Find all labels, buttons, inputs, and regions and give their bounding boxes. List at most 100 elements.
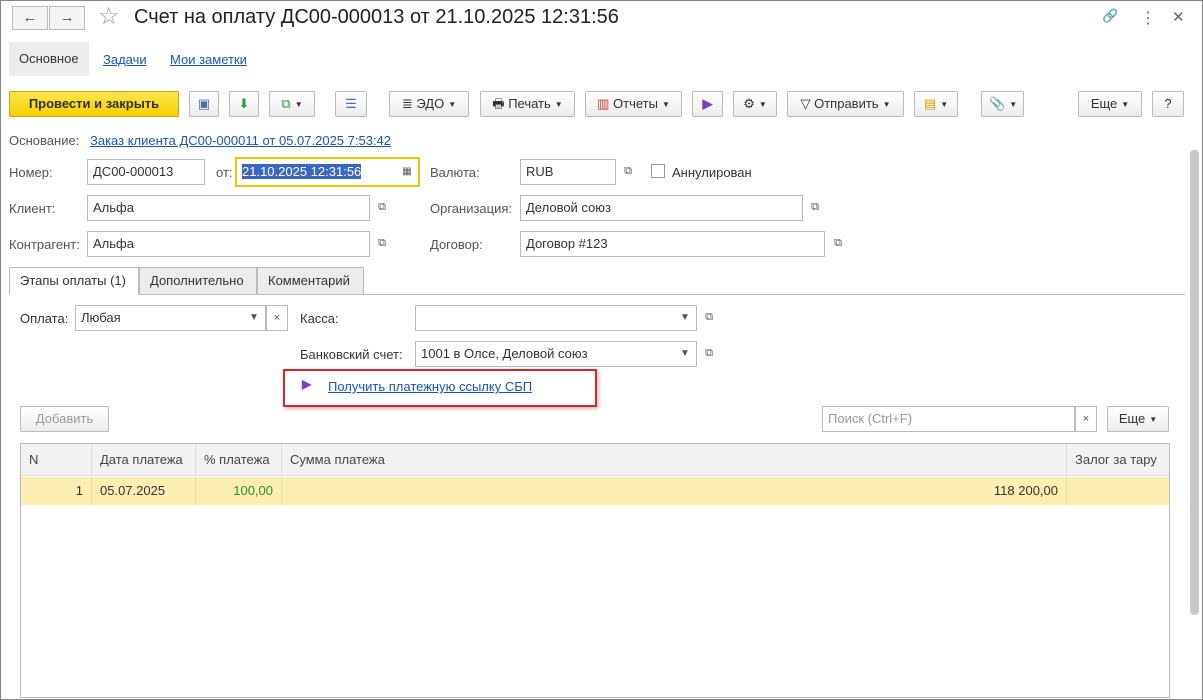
- edo-button[interactable]: ≣ ЭДО ▼: [389, 91, 469, 117]
- calendar-icon[interactable]: ▦: [396, 159, 418, 185]
- column-header-deposit[interactable]: Залог за тару: [1067, 444, 1169, 476]
- tab-comment[interactable]: Комментарий: [257, 267, 364, 295]
- forward-button[interactable]: →: [49, 6, 85, 30]
- clear-search-icon[interactable]: ×: [1075, 406, 1097, 432]
- more-button[interactable]: Еще ▼: [1078, 91, 1142, 117]
- open-icon[interactable]: ⧉: [371, 195, 393, 219]
- post-button[interactable]: ⬇: [229, 91, 259, 117]
- post-and-close-button[interactable]: Провести и закрыть: [9, 91, 179, 117]
- org-field[interactable]: Деловой союз: [520, 195, 803, 221]
- cell-n[interactable]: 1: [21, 477, 92, 505]
- print-label: Печать: [508, 96, 551, 111]
- send-button[interactable]: ▽ Отправить ▼: [787, 91, 904, 117]
- add-button[interactable]: Добавить: [20, 406, 109, 432]
- save-button[interactable]: ▣: [189, 91, 219, 117]
- open-icon[interactable]: ⧉: [804, 195, 826, 219]
- column-header-sum[interactable]: Сумма платежа: [282, 444, 1067, 476]
- favorite-star-icon[interactable]: ☆: [98, 2, 120, 31]
- more-menu-icon[interactable]: ⋮: [1140, 8, 1156, 28]
- cell-date[interactable]: 05.07.2025: [92, 477, 196, 505]
- open-icon[interactable]: ⧉: [698, 341, 720, 365]
- close-icon[interactable]: ✕: [1172, 8, 1185, 26]
- printer-icon: 🖶: [492, 96, 509, 111]
- contract-label: Договор:: [430, 237, 483, 252]
- number-label: Номер:: [9, 165, 53, 180]
- tab-payment-stages[interactable]: Этапы оплаты (1): [9, 267, 139, 295]
- currency-label: Валюта:: [430, 165, 480, 180]
- create-based-icon: ⧉: [281, 96, 291, 111]
- attachments-button[interactable]: 📎 ▼: [981, 91, 1024, 117]
- cash-select[interactable]: ▼: [415, 305, 697, 331]
- back-button[interactable]: ←: [12, 6, 48, 30]
- reports-button[interactable]: ▥ Отчеты ▼: [585, 91, 682, 117]
- number-field[interactable]: ДС00-000013: [87, 159, 205, 185]
- contractor-field[interactable]: Альфа: [87, 231, 370, 257]
- column-header-percent[interactable]: % платежа: [196, 444, 282, 476]
- reports-icon: ▥: [597, 96, 614, 111]
- cell-deposit[interactable]: [1067, 477, 1169, 505]
- cash-label: Касса:: [300, 311, 339, 326]
- search-input[interactable]: Поиск (Ctrl+F): [822, 406, 1075, 432]
- org-label: Организация:: [430, 201, 513, 216]
- tab-notes[interactable]: Мои заметки: [170, 52, 247, 67]
- table-more-button[interactable]: Еще ▼: [1107, 406, 1169, 432]
- structure-button[interactable]: ☰: [335, 91, 367, 117]
- client-field[interactable]: Альфа: [87, 195, 370, 221]
- save-icon: ▣: [197, 96, 211, 111]
- post-icon: ⬇: [238, 96, 250, 111]
- open-icon[interactable]: ⧉: [617, 159, 639, 183]
- contractor-label: Контрагент:: [9, 237, 80, 252]
- clear-icon[interactable]: ×: [266, 305, 288, 331]
- sbp-icon: ▶: [302, 377, 312, 391]
- from-label: от:: [216, 165, 233, 180]
- bank-select[interactable]: 1001 в Олсе, Деловой союз ▼: [415, 341, 697, 367]
- date-field[interactable]: 21.10.2025 12:31:56 ▦: [235, 157, 420, 187]
- contract-field[interactable]: Договор #123: [520, 231, 825, 257]
- document-clock-icon: ▤: [923, 96, 937, 111]
- link-icon[interactable]: 🔗: [1102, 8, 1118, 24]
- cell-sum[interactable]: 118 200,00: [282, 477, 1067, 505]
- tab-main[interactable]: Основное: [9, 42, 89, 76]
- bank-label: Банковский счет:: [300, 347, 403, 362]
- documents-button[interactable]: ▤ ▼: [914, 91, 958, 117]
- column-header-n[interactable]: N: [21, 444, 92, 476]
- edo-icon: ≣: [401, 96, 417, 111]
- sbp-icon: ▶: [702, 96, 713, 111]
- edo-label: ЭДО: [416, 96, 445, 111]
- open-icon[interactable]: ⧉: [371, 231, 393, 255]
- create-based-button[interactable]: ⧉ ▼: [269, 91, 315, 117]
- page-title: Счет на оплату ДС00-000013 от 21.10.2025…: [134, 6, 619, 28]
- open-icon[interactable]: ⧉: [698, 305, 720, 329]
- send-label: Отправить: [814, 96, 879, 111]
- pay-value: Любая: [81, 310, 121, 325]
- pay-select[interactable]: Любая ▼: [75, 305, 266, 331]
- print-button[interactable]: 🖶 Печать ▼: [480, 91, 575, 117]
- payment-table[interactable]: N Дата платежа % платежа Сумма платежа З…: [20, 443, 1170, 698]
- cell-percent[interactable]: 100,00: [196, 477, 282, 505]
- client-label: Клиент:: [9, 201, 56, 216]
- scrollbar[interactable]: [1190, 150, 1199, 615]
- chevron-down-icon[interactable]: ▼: [674, 342, 696, 366]
- reports-label: Отчеты: [613, 96, 658, 111]
- open-icon[interactable]: ⧉: [827, 231, 849, 255]
- list-icon: ☰: [345, 96, 357, 111]
- column-header-date[interactable]: Дата платежа: [92, 444, 196, 476]
- currency-field[interactable]: RUB: [520, 159, 616, 185]
- basis-label: Основание:: [9, 133, 80, 148]
- chevron-down-icon[interactable]: ▼: [243, 306, 265, 330]
- more-label: Еще: [1090, 96, 1118, 111]
- cancelled-checkbox[interactable]: [651, 164, 665, 178]
- gear-icon: ⚙: [743, 96, 755, 111]
- chevron-down-icon[interactable]: ▼: [674, 306, 696, 330]
- settings-button[interactable]: ⚙ ▼: [733, 91, 777, 117]
- tab-additional[interactable]: Дополнительно: [139, 267, 257, 295]
- sbp-button[interactable]: ▶: [692, 91, 723, 117]
- tab-tasks[interactable]: Задачи: [103, 52, 147, 67]
- more-label: Еще: [1118, 411, 1146, 426]
- pay-label: Оплата:: [20, 311, 69, 326]
- sbp-link[interactable]: Получить платежную ссылку СБП: [328, 379, 532, 394]
- help-button[interactable]: ?: [1152, 91, 1184, 117]
- paperclip-icon: 📎: [989, 96, 1006, 111]
- cancelled-label: Аннулирован: [672, 165, 752, 180]
- basis-link[interactable]: Заказ клиента ДС00-000011 от 05.07.2025 …: [90, 133, 391, 148]
